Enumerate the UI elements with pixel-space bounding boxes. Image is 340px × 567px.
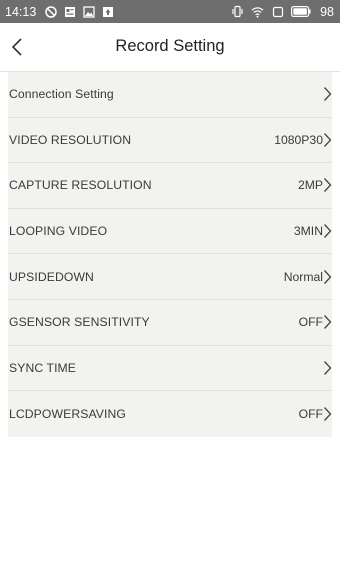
setting-label: LOOPING VIDEO (9, 224, 108, 239)
setting-value: OFF (298, 406, 323, 421)
chevron-right-icon (322, 85, 332, 103)
chevron-right-icon (322, 268, 332, 286)
setting-label: VIDEO RESOLUTION (9, 132, 132, 147)
status-time: 14:13 (5, 4, 37, 19)
setting-row-gsensor-sensitivity[interactable]: GSENSOR SENSITIVITY OFF (8, 300, 332, 346)
header-bar: Record Setting (0, 23, 340, 72)
chevron-right-icon (322, 222, 332, 240)
setting-row-sync-time[interactable]: SYNC TIME (8, 346, 332, 392)
chevron-right-icon (322, 405, 332, 423)
news-notification-icon (63, 5, 76, 18)
battery-icon (291, 5, 311, 18)
setting-row-upsidedown[interactable]: UPSIDEDOWN Normal (8, 254, 332, 300)
chevron-right-icon (322, 176, 332, 194)
setting-label: UPSIDEDOWN (9, 269, 94, 284)
setting-label: SYNC TIME (9, 360, 77, 375)
image-notification-icon (82, 5, 95, 18)
setting-value: 3MIN (293, 224, 323, 239)
setting-value: 2MP (297, 178, 323, 193)
status-right-group: 98 (231, 0, 334, 23)
setting-row-looping-video[interactable]: LOOPING VIDEO 3MIN (8, 209, 332, 255)
no-disturb-icon (44, 5, 57, 18)
vibrate-icon (231, 5, 244, 18)
status-bar: 14:13 98 (0, 0, 340, 23)
setting-label: Connection Setting (9, 87, 114, 102)
setting-row-video-resolution[interactable]: VIDEO RESOLUTION 1080P30 (8, 118, 332, 164)
battery-outline-icon (271, 5, 284, 18)
setting-label: GSENSOR SENSITIVITY (9, 315, 150, 330)
chevron-right-icon (322, 131, 332, 149)
download-notification-icon (101, 5, 114, 18)
setting-label: CAPTURE RESOLUTION (9, 178, 152, 193)
page-title: Record Setting (115, 37, 225, 55)
settings-list: Connection Setting VIDEO RESOLUTION 1080… (8, 72, 332, 437)
battery-level: 98 (320, 4, 334, 19)
setting-value: 1080P30 (274, 132, 323, 147)
setting-row-connection-setting[interactable]: Connection Setting (8, 72, 332, 118)
setting-value: Normal (283, 269, 323, 284)
setting-row-capture-resolution[interactable]: CAPTURE RESOLUTION 2MP (8, 163, 332, 209)
chevron-right-icon (322, 359, 332, 377)
setting-label: LCDPOWERSAVING (9, 406, 126, 421)
setting-row-lcd-power-saving[interactable]: LCDPOWERSAVING OFF (8, 391, 332, 437)
setting-value: OFF (298, 315, 323, 330)
chevron-right-icon (322, 313, 332, 331)
wifi-icon (251, 5, 264, 18)
